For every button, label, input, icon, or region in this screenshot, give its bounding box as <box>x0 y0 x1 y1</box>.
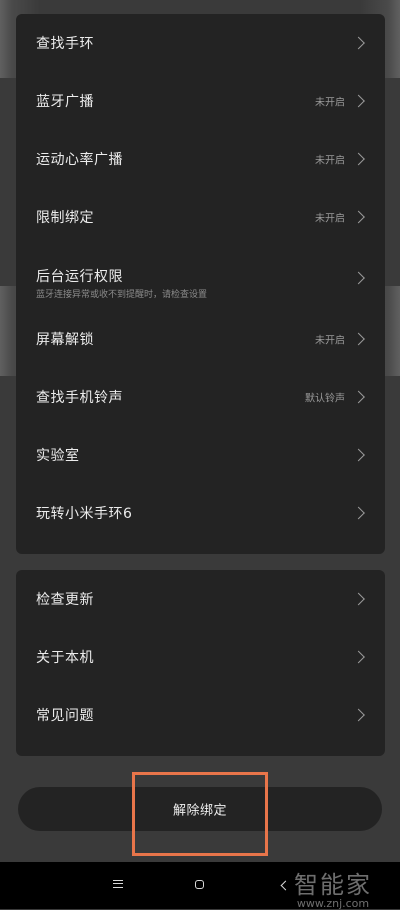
settings-row-faq[interactable]: 常见问题 <box>16 686 385 744</box>
settings-row-restrict-binding[interactable]: 限制绑定 未开启 <box>16 188 385 246</box>
row-label: 限制绑定 <box>36 210 94 226</box>
settings-row-heart-rate-broadcast[interactable]: 运动心率广播 未开启 <box>16 130 385 188</box>
row-label: 屏幕解锁 <box>36 332 94 348</box>
settings-card: 查找手环 蓝牙广播 未开启 运动心率广播 未开启 限制绑定 未开启 后台运行权限… <box>16 14 385 554</box>
chevron-right-icon <box>352 94 365 108</box>
chevron-right-icon <box>352 448 365 462</box>
row-label: 查找手机铃声 <box>36 390 123 406</box>
chevron-right-icon <box>352 332 365 346</box>
chevron-right-icon <box>352 506 365 520</box>
chevron-right-icon <box>352 36 365 50</box>
settings-row-background-permission[interactable]: 后台运行权限 蓝牙连接异常或收不到提醒时，请检查设置 <box>16 246 385 310</box>
chevron-right-icon <box>352 271 365 285</box>
chevron-right-icon <box>352 210 365 224</box>
settings-row-screen-unlock[interactable]: 屏幕解锁 未开启 <box>16 310 385 368</box>
row-label: 蓝牙广播 <box>36 94 94 110</box>
unbind-button[interactable]: 解除绑定 <box>18 787 382 831</box>
row-label: 常见问题 <box>36 708 94 724</box>
settings-row-bluetooth-broadcast[interactable]: 蓝牙广播 未开启 <box>16 72 385 130</box>
info-card: 检查更新 关于本机 常见问题 <box>16 570 385 756</box>
home-button[interactable] <box>180 862 220 909</box>
home-icon <box>195 880 204 889</box>
row-value: 未开启 <box>315 335 345 347</box>
row-label: 关于本机 <box>36 650 94 666</box>
menu-icon <box>113 880 123 888</box>
row-value: 默认铃声 <box>305 393 345 405</box>
settings-row-about-device[interactable]: 关于本机 <box>16 628 385 686</box>
settings-row-laboratory[interactable]: 实验室 <box>16 426 385 484</box>
back-icon <box>280 880 291 891</box>
row-label: 运动心率广播 <box>36 152 123 168</box>
settings-row-band-guide[interactable]: 玩转小米手环6 <box>16 484 385 542</box>
row-label: 检查更新 <box>36 592 94 608</box>
chevron-right-icon <box>352 650 365 664</box>
settings-row-check-update[interactable]: 检查更新 <box>16 570 385 628</box>
unbind-button-label: 解除绑定 <box>172 803 227 819</box>
chevron-right-icon <box>352 152 365 166</box>
navigation-bar <box>0 862 400 909</box>
row-value: 未开启 <box>315 155 345 167</box>
chevron-right-icon <box>352 708 365 722</box>
row-label: 玩转小米手环6 <box>36 506 133 522</box>
back-button[interactable] <box>264 862 304 909</box>
row-label: 后台运行权限 <box>36 269 123 285</box>
menu-button[interactable] <box>98 862 138 909</box>
row-label: 查找手环 <box>36 36 94 52</box>
chevron-right-icon <box>352 592 365 606</box>
row-sublabel: 蓝牙连接异常或收不到提醒时，请检查设置 <box>36 290 208 300</box>
chevron-right-icon <box>352 390 365 404</box>
row-value: 未开启 <box>315 97 345 109</box>
settings-row-find-phone-ringtone[interactable]: 查找手机铃声 默认铃声 <box>16 368 385 426</box>
settings-row-find-band[interactable]: 查找手环 <box>16 14 385 72</box>
row-label: 实验室 <box>36 448 80 464</box>
row-value: 未开启 <box>315 213 345 225</box>
